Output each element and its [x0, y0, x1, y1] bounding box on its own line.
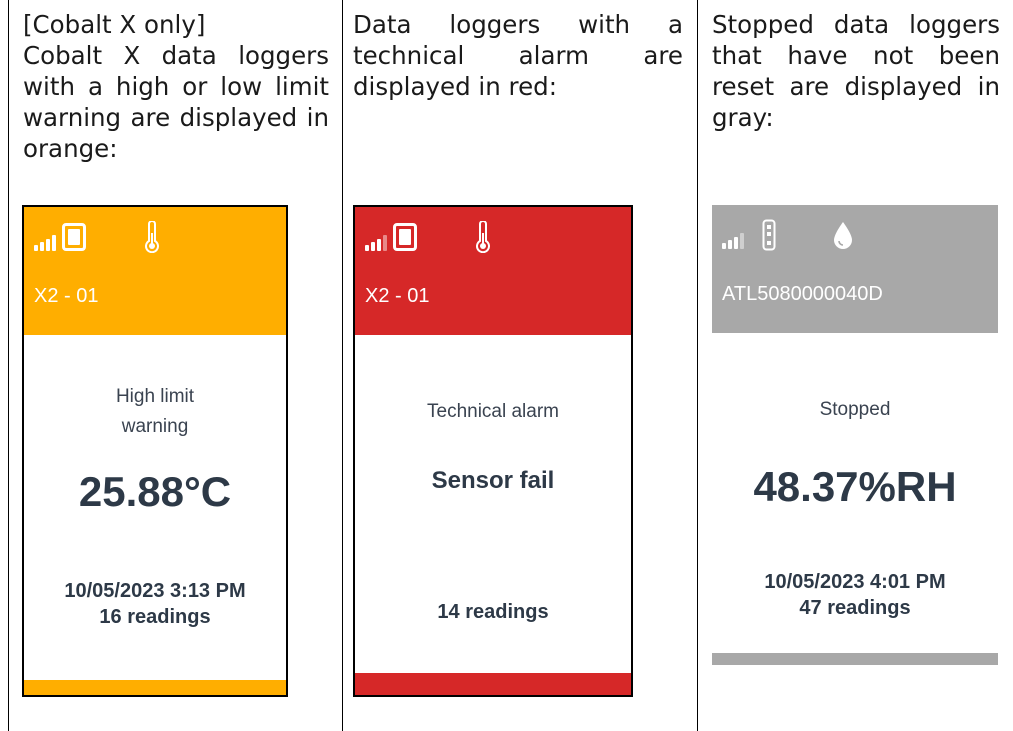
battery-icon [762, 219, 776, 251]
column-warning: [Cobalt X only] Cobalt X data loggers wi… [9, 0, 342, 731]
status-line: warning [121, 416, 189, 437]
description-line: [Cobalt X only] [23, 10, 206, 39]
screen-header: ATL5080000040D [712, 205, 998, 333]
battery-icon [62, 223, 86, 251]
device-id: X2 - 01 [34, 285, 99, 307]
readings-count: 14 readings [437, 601, 549, 623]
screen-footer [24, 680, 286, 695]
screen-body: Stopped 48.37%RH 10/05/2023 4:01 PM 47 r… [712, 333, 998, 621]
screen-header: X2 - 01 [24, 207, 286, 335]
timestamp: 10/05/2023 4:01 PM [764, 571, 946, 593]
logger-screen-alarm: X2 - 01 Technical alarm Sensor fail 14 r… [353, 205, 633, 697]
status-text: Stopped [819, 399, 891, 420]
screen-header: X2 - 01 [355, 207, 631, 335]
status-text: High limit warning [24, 382, 286, 442]
logger-screen-warning: X2 - 01 High limit warning 25.88°C 10/05… [22, 205, 288, 697]
signal-icon [34, 235, 58, 251]
description-line: Stopped data loggers that have not been … [712, 10, 1000, 132]
thermometer-icon [145, 221, 159, 253]
screen-body: High limit warning 25.88°C 10/05/2023 3:… [24, 335, 286, 630]
screen-footer [712, 653, 998, 665]
column-description: [Cobalt X only] Cobalt X data loggers wi… [23, 9, 329, 164]
screen-body: Technical alarm Sensor fail 14 readings [355, 335, 631, 625]
column-alarm: Data loggers with a technical alarm are … [343, 0, 697, 731]
timestamp: 10/05/2023 3:13 PM [64, 580, 246, 602]
readings-count: 47 readings [799, 597, 911, 619]
humidity-drop-icon [834, 222, 852, 249]
status-text: Technical alarm [427, 401, 559, 422]
status-icons [365, 221, 565, 253]
signal-icon [722, 233, 746, 249]
column-stopped: Stopped data loggers that have not been … [698, 0, 1013, 731]
battery-icon [393, 223, 417, 251]
logger-screen-stopped: ATL5080000040D Stopped 48.37%RH 10/05/20… [712, 205, 998, 665]
device-id: ATL5080000040D [722, 283, 883, 305]
status-icons [722, 219, 922, 251]
measured-value: 48.37%RH [753, 463, 957, 510]
alarm-message: Sensor fail [431, 467, 555, 494]
description-line: Cobalt X data loggers with a high or low… [23, 41, 329, 163]
measured-value: 25.88°C [78, 468, 232, 515]
status-line: High limit [115, 386, 195, 407]
description-line: Data loggers with a technical alarm are … [353, 10, 683, 101]
device-id: X2 - 01 [365, 285, 430, 307]
column-description: Data loggers with a technical alarm are … [353, 9, 683, 102]
comparison-table: [Cobalt X only] Cobalt X data loggers wi… [0, 0, 1013, 731]
readings-count: 16 readings [99, 606, 211, 628]
column-description: Stopped data loggers that have not been … [712, 9, 1000, 133]
status-icons [34, 221, 234, 253]
signal-icon [365, 235, 389, 251]
thermometer-icon [476, 221, 490, 253]
screen-footer [355, 673, 631, 695]
